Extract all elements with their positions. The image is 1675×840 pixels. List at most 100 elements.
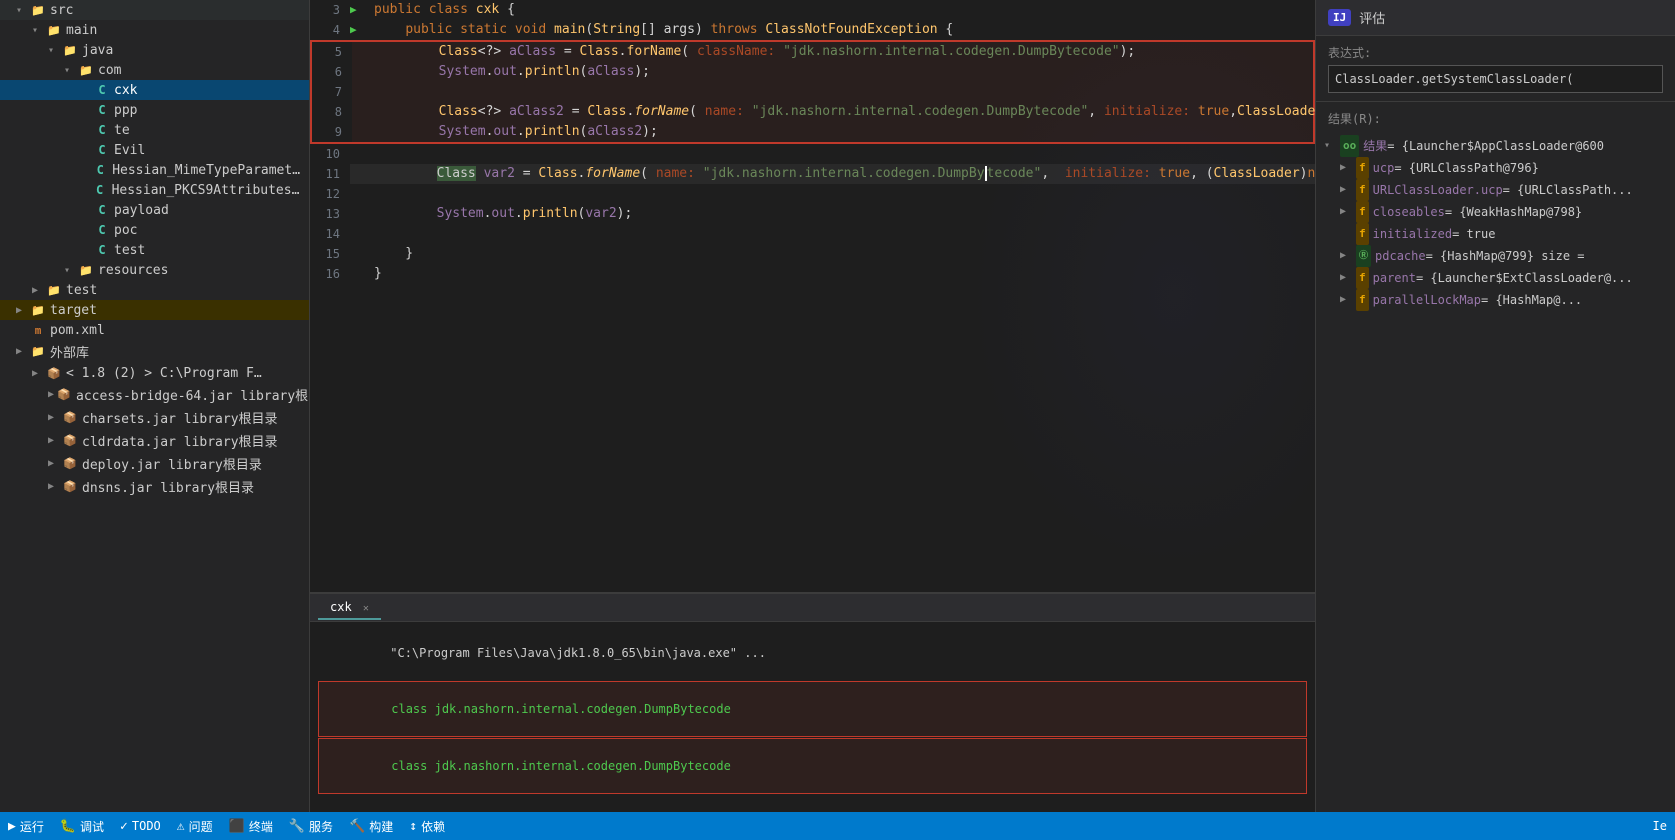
sidebar-item-poc[interactable]: C poc <box>0 220 309 240</box>
run-icon: ▶ <box>8 819 16 834</box>
evaluator-panel: IJ 评估 表达式: 结果(R): ▾ oo 结果 = {Launcher$Ap… <box>1315 0 1675 812</box>
sidebar-item-java[interactable]: ▾ 📁 java <box>0 40 309 60</box>
eval-val-ucp: = {URLClassPath@796} <box>1394 158 1539 178</box>
line-content-14 <box>370 224 1315 244</box>
code-line-6: 6 System.out.println(aClass); <box>312 62 1313 82</box>
sidebar-item-access-bridge[interactable]: ▶ 📦 access-bridge-64.jar library根目录 <box>0 383 309 406</box>
console-line-1: "C:\Program Files\Java\jdk1.8.0_65\bin\j… <box>318 626 1307 680</box>
sidebar-item-hessian-mime[interactable]: C Hessian_MimeTypeParameterL... <box>0 160 309 180</box>
line-arrow-11 <box>350 164 370 184</box>
sidebar-item-main[interactable]: ▾ 📁 main <box>0 20 309 40</box>
eval-node-pdcache[interactable]: ▶ Ⓡ pdcache = {HashMap@799} size = <box>1324 245 1667 267</box>
eval-node-closeables[interactable]: ▶ f closeables = {WeakHashMap@798} <box>1324 201 1667 223</box>
console-tabs: cxk ✕ <box>310 594 1315 622</box>
line-num-15: 15 <box>310 244 350 264</box>
bottom-item-todo[interactable]: ✓ TODO <box>120 819 161 834</box>
sidebar-label-pom: pom.xml <box>50 323 105 338</box>
code-view[interactable]: 3 ▶ public class cxk { 4 ▶ public static… <box>310 0 1315 592</box>
sidebar-item-pom[interactable]: m pom.xml <box>0 320 309 340</box>
sidebar-item-resources[interactable]: ▾ 📁 resources <box>0 260 309 280</box>
eval-val-urlclassloader: = {URLClassPath... <box>1503 180 1633 200</box>
bottom-item-dependencies[interactable]: ↕ 依赖 <box>409 818 445 835</box>
console-content[interactable]: "C:\Program Files\Java\jdk1.8.0_65\bin\j… <box>310 622 1315 812</box>
eval-key-parallellockmap: parallelLockMap <box>1373 290 1481 310</box>
sidebar-item-test[interactable]: C test <box>0 240 309 260</box>
eval-icon-parent: f <box>1356 267 1369 289</box>
sidebar-item-target[interactable]: ▶ 📁 target <box>0 300 309 320</box>
line-num-13: 13 <box>310 204 350 224</box>
eval-val-pdcache: = {HashMap@799} size = <box>1426 246 1585 266</box>
status-text-ie: Ie <box>1653 819 1667 834</box>
eval-expression-input[interactable] <box>1328 65 1663 93</box>
bottom-item-terminal[interactable]: ⬛ 终端 <box>229 818 273 835</box>
sidebar-item-dnsns[interactable]: ▶ 📦 dnsns.jar library根目录 <box>0 475 309 498</box>
bottom-item-run[interactable]: ▶ 运行 <box>8 818 44 835</box>
bottom-label-todo: TODO <box>132 819 161 833</box>
sidebar-item-src[interactable]: ▾ 📁 src <box>0 0 309 20</box>
sidebar-item-cxk[interactable]: C cxk <box>0 80 309 100</box>
eval-expression-section: 表达式: <box>1316 36 1675 102</box>
sidebar-label-ppp: ppp <box>114 103 137 118</box>
sidebar-item-test-folder[interactable]: ▶ 📁 test <box>0 280 309 300</box>
folder-icon-main: 📁 <box>46 22 62 38</box>
console-tab-cxk[interactable]: cxk ✕ <box>318 596 381 620</box>
sidebar-item-external[interactable]: ▶ 📁 外部库 <box>0 340 309 363</box>
folder-icon-src: 📁 <box>30 2 46 18</box>
line-arrow-7 <box>352 82 372 102</box>
folder-icon-target: 📁 <box>30 302 46 318</box>
eval-val-root: = {Launcher$AppClassLoader@600 <box>1387 136 1604 156</box>
sidebar-item-jdk18[interactable]: ▶ 📦 < 1.8 (2) > C:\Program Files\Java\jd… <box>0 363 309 383</box>
eval-node-initialized[interactable]: ▶ f initialized = true <box>1324 223 1667 245</box>
line-content-3: public class cxk { <box>370 0 1315 20</box>
sidebar-label-hessian-mime: Hessian_MimeTypeParameterL... <box>112 163 305 178</box>
code-line-12: 12 <box>310 184 1315 204</box>
sidebar-item-te[interactable]: C te <box>0 120 309 140</box>
folder-icon-com: 📁 <box>78 62 94 78</box>
eval-node-urlclassloader-ucp[interactable]: ▶ f URLClassLoader.ucp = {URLClassPath..… <box>1324 179 1667 201</box>
folder-icon-jdk18: 📦 <box>46 365 62 381</box>
eval-val-parent: = {Launcher$ExtClassLoader@... <box>1416 268 1633 288</box>
java-icon-te: C <box>94 122 110 138</box>
debug-icon: 🐛 <box>60 819 76 834</box>
sidebar-item-hessian-pkcs[interactable]: C Hessian_PKCS9Attributes_Swin... <box>0 180 309 200</box>
eval-icon-pdcache: Ⓡ <box>1356 245 1371 267</box>
project-sidebar: ▾ 📁 src ▾ 📁 main ▾ 📁 java ▾ 📁 com C cxk <box>0 0 310 812</box>
sidebar-item-com[interactable]: ▾ 📁 com <box>0 60 309 80</box>
java-icon-payload: C <box>94 202 110 218</box>
sidebar-item-cldrdata[interactable]: ▶ 📦 cldrdata.jar library根目录 <box>0 429 309 452</box>
sidebar-item-payload[interactable]: C payload <box>0 200 309 220</box>
eval-node-parent[interactable]: ▶ f parent = {Launcher$ExtClassLoader@..… <box>1324 267 1667 289</box>
sidebar-label-cldrdata: cldrdata.jar library根目录 <box>82 431 278 450</box>
eval-node-ucp[interactable]: ▶ f ucp = {URLClassPath@796} <box>1324 157 1667 179</box>
console-tab-close[interactable]: ✕ <box>363 603 369 614</box>
sidebar-item-evil[interactable]: C Evil <box>0 140 309 160</box>
eval-key-root: 结果 <box>1363 136 1387 156</box>
line-num-16: 16 <box>310 264 350 284</box>
sidebar-item-deploy[interactable]: ▶ 📦 deploy.jar library根目录 <box>0 452 309 475</box>
bottom-item-problems[interactable]: ⚠ 问题 <box>177 818 213 835</box>
terminal-icon: ⬛ <box>229 819 245 834</box>
eval-node-parallellockmap[interactable]: ▶ f parallelLockMap = {HashMap@... <box>1324 289 1667 311</box>
bottom-item-services[interactable]: 🔧 服务 <box>289 818 333 835</box>
expand-arrow-main: ▾ <box>32 25 44 36</box>
code-line-16: 16 } <box>310 264 1315 284</box>
sidebar-item-ppp[interactable]: C ppp <box>0 100 309 120</box>
problems-icon: ⚠ <box>177 819 185 834</box>
java-icon-test: C <box>94 242 110 258</box>
sidebar-item-charsets[interactable]: ▶ 📦 charsets.jar library根目录 <box>0 406 309 429</box>
line-num-8: 8 <box>312 102 352 122</box>
bottom-item-debug[interactable]: 🐛 调试 <box>60 818 104 835</box>
eval-val-initialized: = true <box>1452 224 1495 244</box>
java-icon-hessian: C <box>92 162 108 178</box>
eval-val-parallellockmap: = {HashMap@... <box>1481 290 1582 310</box>
eval-arrow-urlclassloader: ▶ <box>1340 180 1352 200</box>
java-icon-poc: C <box>94 222 110 238</box>
eval-node-root[interactable]: ▾ oo 结果 = {Launcher$AppClassLoader@600 <box>1324 135 1667 157</box>
line-content-13: System.out.println(var2); <box>370 204 1315 224</box>
eval-arrow-parent: ▶ <box>1340 268 1352 288</box>
build-icon: 🔨 <box>349 819 365 834</box>
jar-icon: 📦 <box>56 387 72 403</box>
code-line-11: 11 Class var2 = Class.forName( name: "jd… <box>310 164 1315 184</box>
bottom-item-build[interactable]: 🔨 构建 <box>349 818 393 835</box>
eval-icon-root: oo <box>1340 135 1359 157</box>
